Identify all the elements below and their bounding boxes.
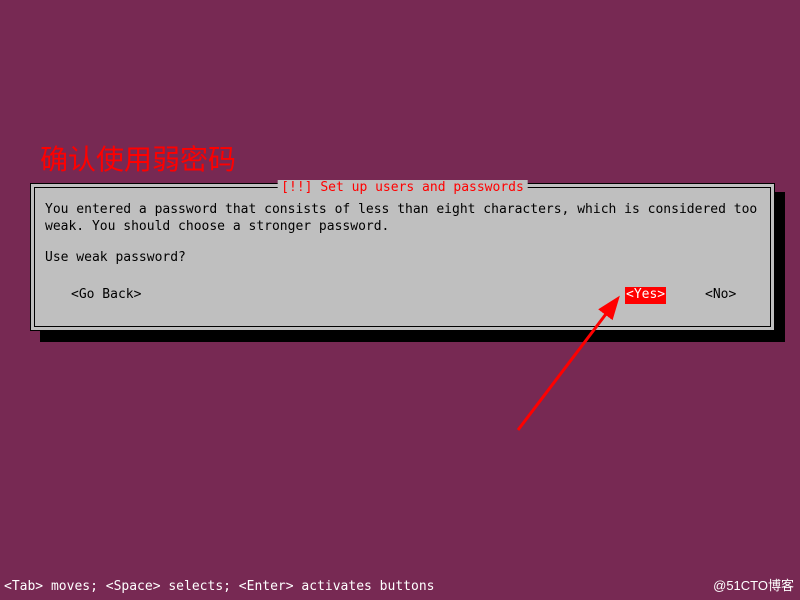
- weak-password-dialog: [!!] Set up users and passwords You ente…: [30, 183, 775, 331]
- yes-button[interactable]: <Yes>: [625, 287, 666, 304]
- dialog-question: Use weak password?: [45, 250, 760, 267]
- go-back-button[interactable]: <Go Back>: [71, 287, 141, 304]
- dialog-content: You entered a password that consists of …: [35, 188, 770, 297]
- no-button[interactable]: <No>: [705, 287, 736, 304]
- dialog-message: You entered a password that consists of …: [45, 202, 760, 236]
- watermark: @51CTO博客: [713, 575, 794, 594]
- dialog-title: [!!] Set up users and passwords: [277, 180, 528, 195]
- annotation-text: 确认使用弱密码: [40, 138, 236, 178]
- footer-hint: <Tab> moves; <Space> selects; <Enter> ac…: [4, 579, 434, 594]
- dialog-border: [!!] Set up users and passwords You ente…: [34, 187, 771, 327]
